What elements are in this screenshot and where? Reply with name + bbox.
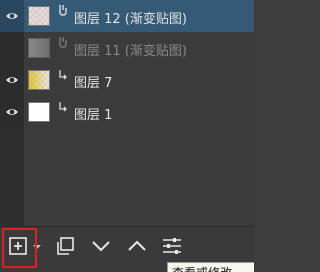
clip-link-icon	[59, 37, 67, 48]
highlight-annotation	[2, 228, 37, 268]
clip-arrow-icon	[59, 70, 67, 80]
clip-arrow-icon	[59, 102, 67, 112]
visibility-column	[0, 32, 24, 64]
move-layer-up-button[interactable]	[126, 235, 148, 257]
layer-name: 图层 12 (渐变贴图)	[74, 12, 187, 27]
move-up-icon	[128, 240, 146, 251]
layer-thumbnail	[28, 38, 50, 58]
visibility-column	[0, 64, 24, 96]
layer-name: 图层 7	[74, 76, 113, 91]
clip-link-icon	[59, 5, 67, 16]
move-down-icon	[92, 241, 110, 252]
visibility-column-empty	[0, 128, 24, 226]
eye-icon[interactable]	[5, 11, 19, 21]
layer-row[interactable]: 图层 12 (渐变贴图)	[0, 0, 254, 32]
eye-icon[interactable]	[5, 107, 19, 117]
move-layer-down-button[interactable]	[90, 235, 112, 257]
visibility-column	[0, 0, 24, 32]
duplicate-layer-button[interactable]	[54, 235, 76, 257]
layer-thumbnail	[28, 70, 50, 90]
layer-row[interactable]: 图层 1	[0, 96, 254, 128]
layer-list-empty-area	[0, 128, 254, 226]
layer-thumbnail	[28, 6, 50, 26]
layer-name: 图层 11 (渐变贴图)	[74, 44, 187, 59]
tooltip: 查看或修改	[167, 262, 254, 272]
layer-row[interactable]: 图层 7	[0, 64, 254, 96]
layer-properties-button[interactable]	[161, 235, 183, 257]
layer-row[interactable]: 图层 11 (渐变贴图)	[0, 32, 254, 64]
duplicate-layer-icon	[57, 237, 74, 255]
layer-list: 图层 12 (渐变贴图) 图层 11 (渐变贴图) 图层 7 图层 1	[0, 0, 254, 128]
visibility-column	[0, 96, 24, 128]
eye-icon[interactable]	[5, 75, 19, 85]
layers-panel: 图层 12 (渐变贴图) 图层 11 (渐变贴图) 图层 7 图层 1	[0, 0, 254, 272]
layer-thumbnail	[28, 102, 50, 122]
layer-name: 图层 1	[74, 108, 113, 123]
layer-properties-icon	[163, 238, 181, 254]
